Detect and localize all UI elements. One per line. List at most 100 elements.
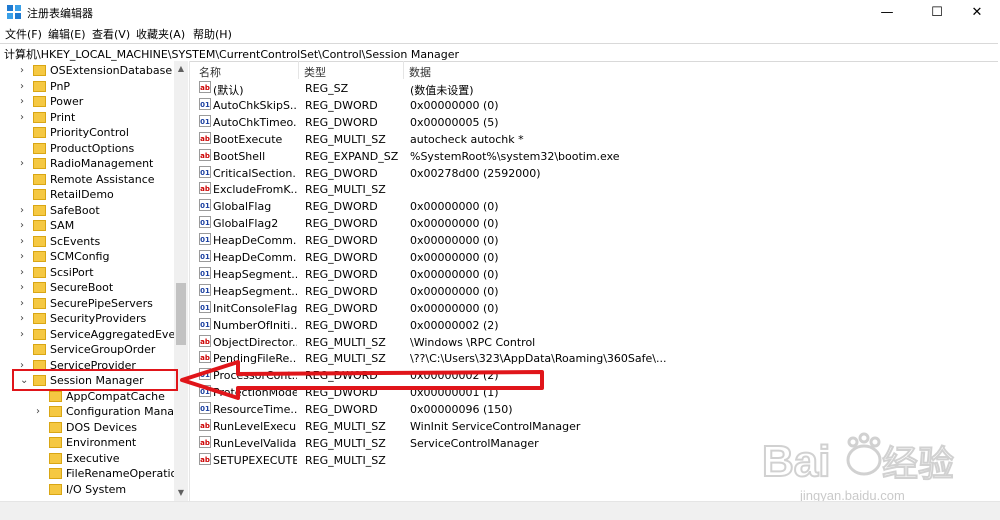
menu-view[interactable]: 查看(V) [92, 26, 130, 42]
chevron-right-icon[interactable] [20, 125, 30, 140]
chevron-right-icon[interactable]: › [20, 311, 30, 326]
chevron-right-icon[interactable] [20, 187, 30, 202]
folder-icon [33, 266, 46, 278]
tree-item-label: SecureBoot [50, 281, 114, 294]
value-data: 0x00000000 (0) [410, 301, 499, 315]
menu-bar: 文件(F) 编辑(E) 查看(V) 收藏夹(A) 帮助(H) [0, 24, 1000, 42]
value-type: REG_MULTI_SZ [305, 183, 386, 197]
value-name: InitConsoleFlags [213, 301, 297, 315]
value-data: 0x00000000 (0) [410, 200, 499, 214]
binary-value-icon: 01 [199, 97, 211, 110]
chevron-right-icon[interactable] [36, 482, 46, 497]
menu-edit[interactable]: 编辑(E) [48, 26, 86, 42]
minimize-button[interactable]: — [864, 0, 910, 24]
value-name: RunLevelExecu... [213, 420, 297, 433]
column-header-type[interactable]: 类型 [304, 64, 326, 80]
registry-value-row[interactable]: 01 GlobalFlag REG_DWORD 0x00000000 (0) [192, 198, 1000, 215]
tree-item-label: RetailDemo [50, 188, 114, 201]
registry-value-row[interactable]: ab (默认) REG_SZ (数值未设置) [192, 80, 1000, 97]
value-name: GlobalFlag2 [213, 217, 279, 231]
column-header-data[interactable]: 数据 [409, 64, 431, 80]
chevron-right-icon[interactable]: › [20, 79, 30, 94]
address-bar[interactable]: 计算机\HKEY_LOCAL_MACHINE\SYSTEM\CurrentCon… [0, 43, 998, 62]
registry-value-row[interactable]: 01 ProtectionMode REG_DWORD 0x00000001 (1) [192, 384, 1000, 401]
chevron-right-icon[interactable]: › [20, 249, 30, 264]
folder-icon [49, 452, 62, 464]
string-value-icon: ab [199, 131, 211, 144]
column-divider[interactable] [298, 61, 299, 79]
address-path[interactable]: 计算机\HKEY_LOCAL_MACHINE\SYSTEM\CurrentCon… [4, 46, 459, 62]
value-type: REG_DWORD [305, 166, 378, 180]
registry-value-row[interactable]: ab ExcludeFromK... REG_MULTI_SZ [192, 181, 1000, 198]
chevron-right-icon[interactable]: › [20, 94, 30, 109]
registry-value-row[interactable]: 01 HeapDeComm... REG_DWORD 0x00000000 (0) [192, 232, 1000, 249]
chevron-right-icon[interactable]: › [20, 327, 30, 342]
chevron-right-icon[interactable]: › [20, 110, 30, 125]
column-divider[interactable] [403, 61, 404, 79]
chevron-right-icon[interactable] [36, 466, 46, 481]
folder-icon [33, 158, 46, 169]
string-value-icon: ab [199, 351, 211, 364]
chevron-right-icon[interactable] [36, 420, 46, 435]
tree-item-label: PriorityControl [50, 126, 129, 139]
value-name: ResourceTime... [213, 403, 297, 417]
registry-value-row[interactable]: 01 ResourceTime... REG_DWORD 0x00000096 (15… [192, 401, 1000, 418]
value-data: 0x00000000 (0) [410, 98, 499, 112]
binary-value-icon: 01 [199, 250, 211, 262]
registry-value-row[interactable]: 01 HeapSegment... REG_DWORD 0x00000000 (0) [192, 283, 1000, 300]
registry-value-row[interactable]: 01 GlobalFlag2 REG_DWORD 0x00000000 (0) [192, 215, 1000, 232]
tree-scrollbar[interactable]: ▲ ▼ [174, 61, 188, 501]
chevron-right-icon[interactable]: › [20, 234, 30, 249]
registry-value-row[interactable]: ab ObjectDirector... REG_MULTI_SZ \Windows … [192, 334, 1000, 351]
chevron-right-icon[interactable] [36, 451, 46, 466]
close-button[interactable]: ✕ [954, 0, 1000, 24]
chevron-right-icon[interactable] [20, 141, 30, 156]
registry-value-row[interactable]: 01 NumberOfIniti... REG_DWORD 0x00000002 (2… [192, 317, 1000, 334]
registry-value-row[interactable]: ab PendingFileRe... REG_MULTI_SZ \??\C:\Use… [192, 350, 1000, 367]
chevron-right-icon[interactable] [36, 435, 46, 450]
value-data: 0x00000002 (2) [410, 369, 499, 383]
value-data: %SystemRoot%\system32\bootim.exe [410, 149, 620, 163]
registry-value-row[interactable]: 01 InitConsoleFlags REG_DWORD 0x00000000 (0… [192, 300, 1000, 317]
column-header-name[interactable]: 名称 [199, 64, 221, 80]
folder-icon [49, 437, 62, 448]
value-data: autocheck autochk * [410, 132, 524, 146]
registry-value-row[interactable]: 01 AutoChkTimeo... REG_DWORD 0x00000005 (5) [192, 114, 1000, 131]
chevron-right-icon[interactable]: › [20, 296, 30, 311]
chevron-right-icon[interactable] [20, 172, 30, 187]
chevron-right-icon[interactable]: › [20, 280, 30, 295]
scroll-down-icon[interactable]: ▼ [176, 488, 186, 498]
chevron-right-icon[interactable]: › [20, 218, 30, 233]
string-value-icon: ab [199, 419, 211, 431]
chevron-right-icon[interactable]: › [20, 265, 30, 280]
folder-icon [33, 251, 46, 262]
registry-value-row[interactable]: 01 HeapSegment... REG_DWORD 0x00000000 (0) [192, 266, 1000, 283]
chevron-right-icon[interactable]: › [20, 156, 30, 171]
binary-value-icon: 01 [199, 402, 211, 415]
tree-scroll-thumb[interactable] [176, 283, 186, 345]
chevron-right-icon[interactable] [20, 342, 30, 357]
chevron-right-icon[interactable]: › [36, 404, 46, 419]
registry-value-row[interactable]: 01 AutoChkSkipS... REG_DWORD 0x00000000 (0) [192, 97, 1000, 114]
registry-value-row[interactable]: ab BootExecute REG_MULTI_SZ autocheck autoc… [192, 131, 1000, 148]
value-data: 0x00000000 (0) [410, 217, 499, 231]
folder-icon [49, 406, 62, 417]
string-value-icon: ab [199, 81, 211, 93]
scroll-up-icon[interactable]: ▲ [176, 64, 186, 74]
registry-value-row[interactable]: ab BootShell REG_EXPAND_SZ %SystemRoot%\sys… [192, 148, 1000, 165]
value-data: (数值未设置) [410, 84, 474, 97]
tree-item-label: Print [50, 110, 76, 124]
registry-value-row[interactable]: 01 CriticalSection... REG_DWORD 0x00278d00 … [192, 165, 1000, 182]
menu-favorites[interactable]: 收藏夹(A) [136, 26, 185, 42]
chevron-right-icon[interactable]: › [20, 203, 30, 218]
string-value-icon: ab [199, 452, 211, 465]
value-type: REG_MULTI_SZ [305, 436, 386, 450]
tree-item-label: Configuration Manage [66, 405, 188, 418]
tree-item-label: SafeBoot [50, 203, 100, 217]
menu-file[interactable]: 文件(F) [5, 26, 42, 42]
registry-value-row[interactable]: 01 ProcessorCont... REG_DWORD 0x00000002 (2… [192, 367, 1000, 384]
folder-icon [49, 483, 62, 495]
registry-value-row[interactable]: 01 HeapDeComm... REG_DWORD 0x00000000 (0) [192, 249, 1000, 266]
chevron-right-icon[interactable]: › [20, 63, 30, 78]
menu-help[interactable]: 帮助(H) [193, 26, 232, 42]
